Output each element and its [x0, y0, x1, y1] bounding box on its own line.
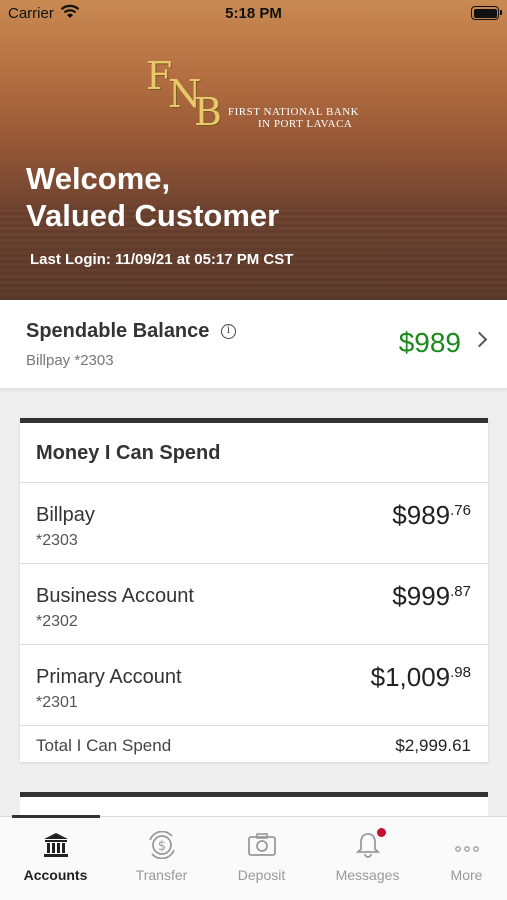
status-bar: Carrier 5:18 PM	[0, 0, 507, 28]
more-icon	[453, 831, 481, 864]
tab-messages[interactable]: Messages	[317, 817, 418, 900]
card-title: Money I Can Spend	[20, 423, 488, 483]
svg-text:$: $	[157, 839, 165, 854]
account-name: Business Account	[36, 585, 194, 607]
bank-icon	[42, 831, 70, 864]
total-row: Total I Can Spend $2,999.61	[20, 726, 488, 764]
account-balance: $999.87	[392, 581, 471, 611]
last-login-text: Last Login: 11/09/21 at 05:17 PM CST	[30, 251, 294, 268]
bank-name-line1: First National Bank	[228, 106, 360, 118]
welcome-line1: Welcome,	[26, 161, 171, 196]
clock: 5:18 PM	[225, 5, 282, 22]
header-banner: Carrier 5:18 PM F N B First National Ban…	[0, 0, 507, 300]
welcome-line2: Valued Customer	[26, 198, 280, 233]
account-number: *2302	[36, 613, 78, 630]
total-value: $2,999.61	[395, 736, 471, 755]
tab-more[interactable]: More	[416, 817, 507, 900]
spendable-balance-card[interactable]: Spendable Balance i Billpay *2303 $989	[0, 300, 507, 388]
tab-deposit[interactable]: Deposit	[211, 817, 312, 900]
logo-letter-b: B	[194, 90, 222, 134]
account-row-billpay[interactable]: Billpay *2303 $989.76	[20, 483, 488, 564]
spendable-balance-title: Spendable Balance	[26, 320, 210, 342]
tab-label: Messages	[335, 867, 400, 883]
camera-icon	[247, 831, 277, 864]
account-name: Billpay	[36, 504, 95, 526]
tab-label: Deposit	[237, 867, 286, 883]
money-i-can-spend-card: Money I Can Spend Billpay *2303 $989.76 …	[20, 418, 488, 762]
tab-label: Transfer	[135, 867, 188, 883]
bank-logo: F N B First National Bank In Port Lavaca	[146, 54, 366, 134]
bank-name: First National Bank In Port Lavaca	[228, 106, 359, 130]
account-balance: $1,009.98	[370, 662, 471, 692]
tab-bar: Accounts $ Transfer Deposit Messages Mor…	[0, 815, 507, 900]
account-number: *2301	[36, 694, 78, 711]
transfer-icon: $	[145, 830, 179, 864]
chevron-right-icon	[471, 331, 488, 348]
tab-label: Accounts	[23, 867, 88, 883]
account-balance: $989.76	[392, 500, 471, 530]
bell-icon	[354, 828, 386, 864]
tab-label: More	[450, 867, 483, 883]
info-icon[interactable]: i	[221, 324, 236, 339]
notification-badge	[376, 828, 386, 837]
spendable-amount: $989	[398, 327, 461, 358]
welcome-heading: Welcome, Valued Customer	[26, 160, 279, 234]
account-name: Primary Account	[36, 666, 182, 688]
tab-transfer[interactable]: $ Transfer	[111, 817, 212, 900]
tab-accounts[interactable]: Accounts	[5, 817, 106, 900]
total-label: Total I Can Spend	[36, 736, 172, 755]
account-row-business[interactable]: Business Account *2302 $999.87	[20, 564, 488, 645]
account-number: *2303	[36, 532, 78, 549]
account-row-primary[interactable]: Primary Account *2301 $1,009.98	[20, 645, 488, 726]
spendable-account-label: Billpay *2303	[26, 352, 114, 369]
battery-icon	[471, 6, 502, 20]
bank-name-line2: In Port Lavaca	[258, 118, 353, 130]
